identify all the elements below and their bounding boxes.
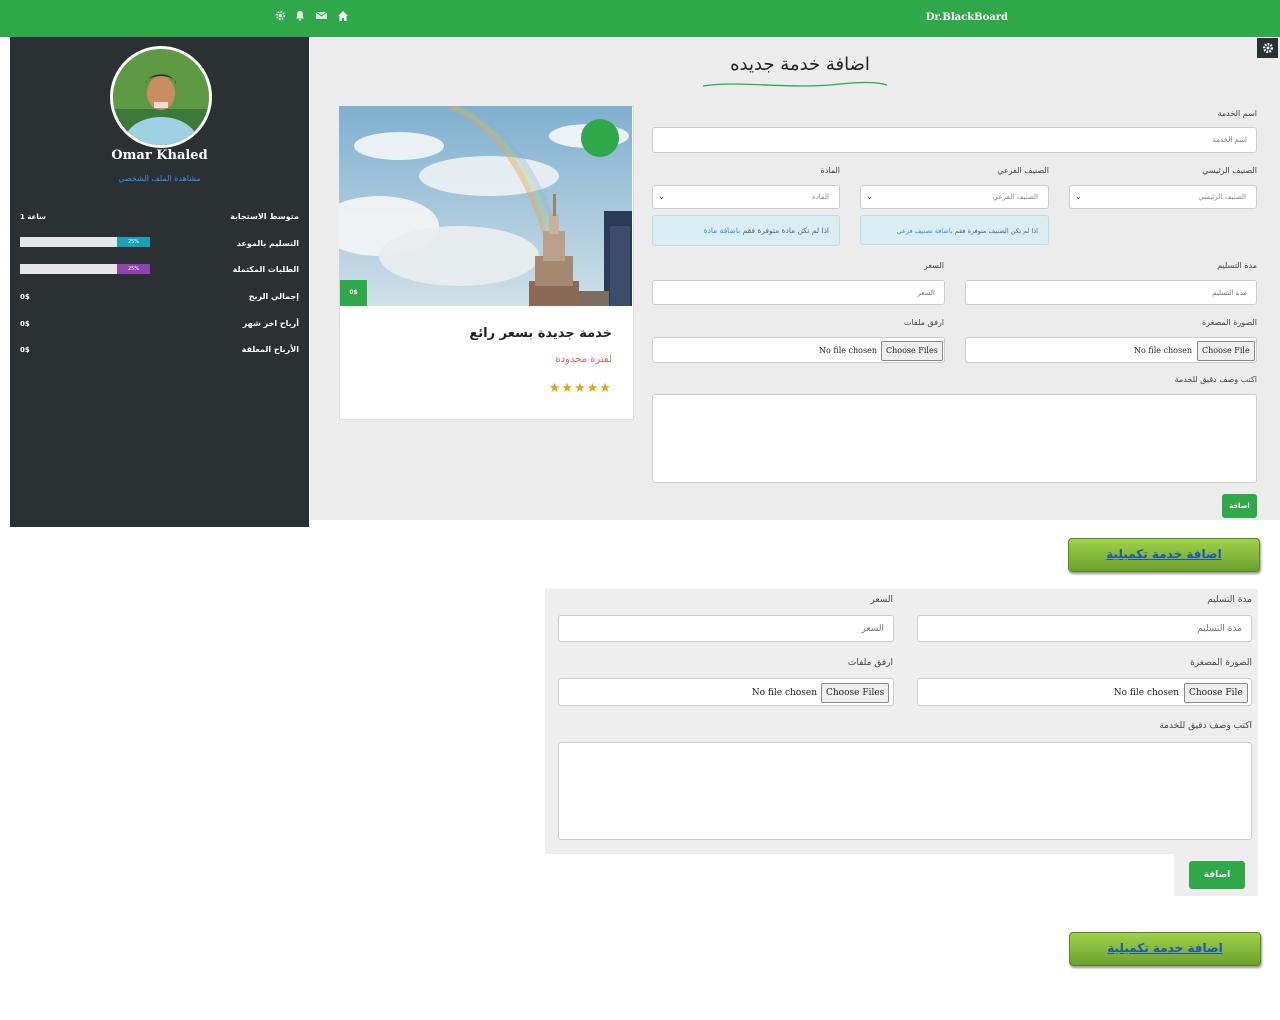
subject-label: المادة [820, 166, 840, 175]
stat-label-pending: الأرباح المعلقة [241, 345, 299, 354]
stat-label-avg-response: متوسط الاستجابة [230, 212, 299, 221]
avatar[interactable] [110, 46, 212, 148]
bottom-choose-thumbnail-button[interactable]: Choose File [1184, 683, 1248, 703]
bottom-choose-attachments-button[interactable]: Choose Files [821, 683, 890, 703]
card-rating-stars: ★★★★★ [548, 381, 612, 396]
choose-attachments-button[interactable]: Choose Files [881, 341, 943, 361]
description-textarea[interactable] [652, 394, 1257, 483]
subject-value: المادة [811, 193, 829, 201]
completed-progress-bar: 25% [20, 264, 150, 274]
bottom-price-input[interactable] [558, 615, 894, 642]
price-label: السعر [923, 261, 944, 270]
choose-thumbnail-button[interactable]: Choose File [1197, 341, 1255, 361]
attachments-file-input[interactable]: Choose Files No file chosen [652, 337, 945, 363]
bottom-attachments-no-file-text: No file chosen [751, 688, 817, 698]
stat-label-on-time: التسليم بالموعد [236, 239, 299, 248]
main-category-select[interactable]: ⌄ الصنيف الرئيسي [1069, 185, 1257, 209]
stat-label-completed: الطلبات المكتملة [232, 265, 299, 274]
sub-category-select[interactable]: ⌄ الصنيف الفرعي [860, 185, 1049, 209]
stat-value-avg-response: 1 ساعة [20, 213, 46, 221]
top-navbar [0, 0, 1280, 37]
page-title: اضافة خدمة جديده [730, 54, 870, 75]
bottom-attachments-label: ارفق ملفات [847, 658, 893, 668]
bottom-price-label: السعر [870, 595, 893, 605]
view-profile-link[interactable]: مشاهدة الملف الشخصي [10, 174, 309, 183]
main-category-value: الصنيف الرئيسي [1198, 193, 1246, 201]
service-name-label: اسم الخدمة [1217, 109, 1257, 118]
description-label: اكتب وصف دقيق للخدمة [1174, 375, 1257, 384]
chevron-down-icon: ⌄ [866, 192, 873, 201]
gear-icon[interactable] [273, 10, 287, 24]
attachments-no-file-text: No file chosen [819, 346, 877, 355]
subject-hint: اذا لم تكن مادة متوفرة فقم باضافة مادة [652, 215, 840, 246]
attachments-label: ارفق ملفات [903, 318, 944, 327]
price-input[interactable] [652, 280, 945, 305]
thumbnail-label: الصورة المصغرة [1201, 318, 1257, 327]
thumbnail-file-input[interactable]: Choose File No file chosen [965, 337, 1257, 363]
service-name-input[interactable] [652, 127, 1257, 153]
stat-value-last-month: 0$ [20, 320, 30, 328]
add-sub-category-link[interactable]: باضافة تصنيف فرعي [897, 227, 953, 235]
brand-logo[interactable]: Dr.BlackBoard [926, 12, 1008, 23]
home-icon[interactable] [336, 10, 350, 24]
stat-value-total-profit: 0$ [20, 293, 30, 301]
add-subject-link[interactable]: باضافة مادة [704, 226, 741, 235]
bottom-delivery-time-label: مدة التسليم [1207, 595, 1252, 605]
profile-username: Omar Khaled [111, 148, 208, 163]
bottom-description-textarea[interactable] [558, 742, 1252, 840]
envelope-icon[interactable] [314, 10, 328, 24]
settings-gear-icon[interactable] [1257, 38, 1278, 58]
chevron-down-icon: ⌄ [658, 192, 665, 201]
stat-label-total-profit: إجمالي الربح [248, 292, 299, 301]
subject-hint-text: اذا لم تكن مادة متوفرة فقم [740, 226, 829, 235]
delivery-time-label: مدة التسليم [1217, 261, 1257, 270]
stat-label-last-month: أرباح اخر شهر [242, 319, 299, 328]
card-title: خدمة جديدة بسعر رائع [469, 326, 612, 341]
subject-select[interactable]: ⌄ المادة [652, 185, 840, 209]
sub-category-value: الصنيف الفرعي [992, 193, 1038, 201]
title-underline-decoration [702, 81, 888, 87]
bottom-thumbnail-label: الصورة المصغرة [1190, 658, 1252, 668]
completed-progress-fill: 25% [117, 264, 150, 274]
sub-category-hint: اذا لم يكن الصنيف متوفرة فقم باضافة تصني… [860, 215, 1049, 245]
bottom-thumbnail-file-input[interactable]: Choose File No file chosen [917, 678, 1252, 706]
submit-button[interactable]: اضافة [1222, 494, 1257, 518]
card-price-tag: 0$ [340, 280, 367, 306]
main-category-label: الصنيف الرئيسي [1202, 166, 1257, 175]
card-subtitle: لفترة محدودة [555, 354, 612, 365]
bottom-add-complementary-service-button[interactable]: اضافة خدمة تكميلية [1069, 932, 1261, 966]
bottom-thumbnail-no-file-text: No file chosen [1113, 688, 1179, 698]
chevron-down-icon: ⌄ [1075, 192, 1082, 201]
add-complementary-service-button[interactable]: اضافة خدمة تكميلية [1068, 538, 1260, 572]
bell-icon[interactable] [293, 10, 307, 24]
card-status-badge [581, 119, 619, 157]
sub-category-hint-text: اذا لم يكن الصنيف متوفرة فقم [952, 227, 1038, 235]
bottom-attachments-file-input[interactable]: Choose Files No file chosen [558, 678, 894, 706]
on-time-progress-fill: 25% [117, 237, 150, 247]
sub-category-label: الصنيف الفرعي [997, 166, 1049, 175]
bottom-delivery-time-input[interactable] [917, 615, 1252, 642]
bottom-submit-button[interactable]: اضافة [1189, 861, 1245, 889]
delivery-time-input[interactable] [965, 280, 1257, 305]
on-time-progress-bar: 25% [20, 237, 150, 247]
thumbnail-no-file-text: No file chosen [1134, 346, 1192, 355]
bottom-description-label: اكتب وصف دقيق للخدمة [1159, 721, 1252, 731]
stat-value-pending: 0$ [20, 346, 30, 354]
